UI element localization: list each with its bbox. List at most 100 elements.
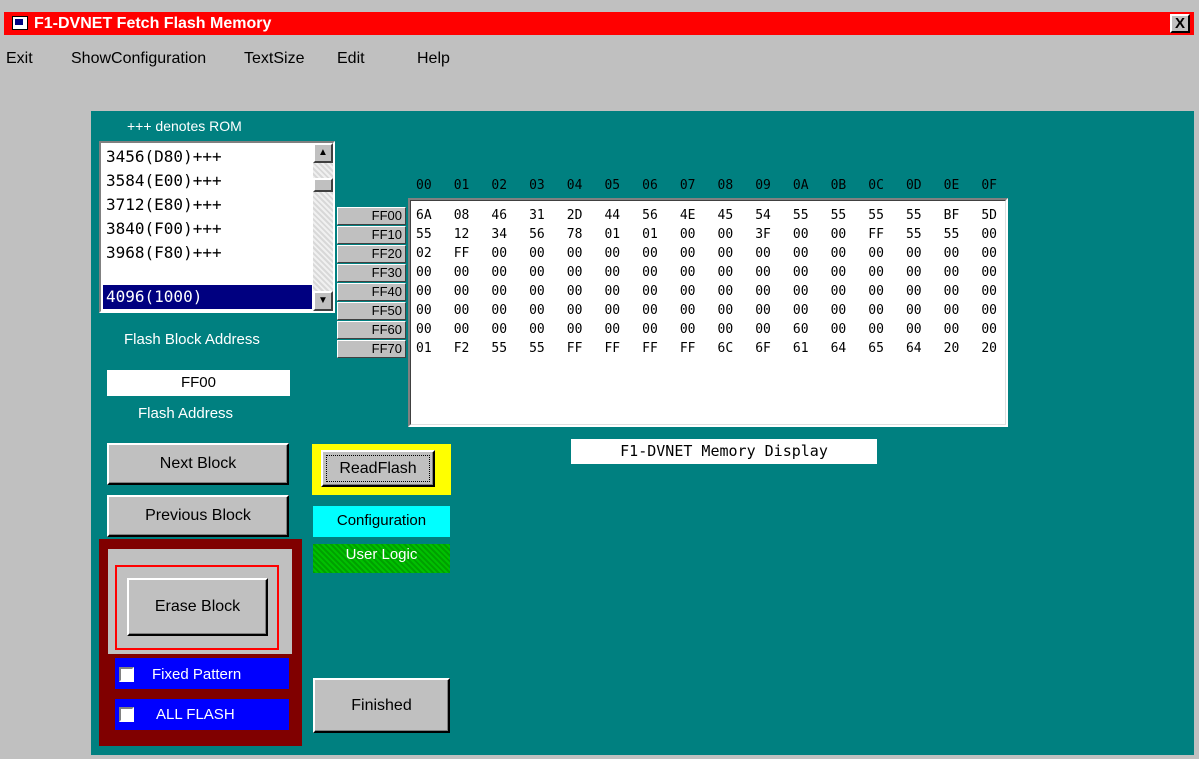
list-item[interactable]: 3968(F80)+++: [103, 241, 312, 265]
hex-byte: 20: [943, 341, 960, 356]
erase-block-button[interactable]: Erase Block: [127, 578, 268, 636]
hex-byte: 6C: [717, 341, 734, 356]
hex-byte: 44: [604, 208, 621, 223]
hex-byte: 45: [717, 208, 734, 223]
hex-byte: 00: [679, 303, 696, 318]
hex-byte: 00: [604, 246, 621, 261]
hex-col-header: 05: [604, 178, 621, 193]
list-item[interactable]: 3840(F00)+++: [103, 217, 312, 241]
hex-byte: 00: [792, 284, 809, 299]
hex-col-header: 0C: [868, 178, 884, 193]
hex-byte: 20: [981, 341, 997, 356]
hex-byte: 00: [604, 284, 621, 299]
app-icon: [12, 16, 28, 30]
hex-byte: 34: [491, 227, 508, 242]
hex-byte: 00: [717, 322, 734, 337]
hex-byte: 00: [491, 246, 508, 261]
list-item[interactable]: 3456(D80)+++: [103, 145, 312, 169]
scroll-thumb[interactable]: [313, 178, 333, 192]
hex-byte: 00: [642, 284, 658, 299]
hex-byte: 55: [905, 227, 922, 242]
list-item-selected[interactable]: 4096(1000): [103, 285, 312, 309]
hex-byte: 00: [868, 265, 884, 280]
hex-byte: BF: [943, 208, 960, 223]
hex-byte: 00: [943, 265, 960, 280]
read-flash-button[interactable]: ReadFlash: [321, 450, 435, 487]
hex-byte: 00: [868, 303, 884, 318]
hex-byte: 00: [642, 303, 658, 318]
hex-byte: 60: [792, 322, 809, 337]
hex-byte: 00: [604, 303, 621, 318]
hex-byte: 00: [529, 284, 545, 299]
hex-byte: 00: [416, 284, 432, 299]
hex-byte: 00: [529, 322, 545, 337]
menu-edit[interactable]: Edit: [337, 50, 365, 68]
hex-byte: 00: [830, 284, 847, 299]
hex-col-header: 0B: [830, 178, 847, 193]
hex-byte: 00: [491, 303, 508, 318]
hex-byte: 54: [755, 208, 771, 223]
list-item[interactable]: 3584(E00)+++: [103, 169, 312, 193]
fixed-pattern-checkbox[interactable]: [119, 667, 134, 682]
hex-byte: 00: [491, 284, 508, 299]
hex-byte: 3F: [755, 227, 771, 242]
menu-show-configuration[interactable]: ShowConfiguration: [71, 50, 206, 68]
hex-byte: FF: [868, 227, 884, 242]
finished-button[interactable]: Finished: [313, 678, 450, 733]
scroll-down-icon[interactable]: ▼: [313, 291, 333, 311]
hex-byte: 55: [868, 208, 884, 223]
hex-col-header: 07: [679, 178, 696, 193]
hex-byte: 00: [943, 322, 960, 337]
hex-byte: 00: [905, 246, 922, 261]
hex-row-label: FF70: [337, 340, 406, 358]
hex-byte: 00: [416, 322, 432, 337]
hex-byte: 02: [416, 246, 432, 261]
flash-address-field[interactable]: [107, 370, 290, 396]
hex-display[interactable]: 6A 08 46 31 2D 44 56 4E 45 54 55 55 55 55 BF 5D 55 12 34 56…: [408, 198, 1008, 427]
hex-byte: 55: [416, 227, 432, 242]
hex-byte: 00: [905, 265, 922, 280]
previous-block-button[interactable]: Previous Block: [107, 495, 289, 537]
hex-byte: 00: [830, 227, 847, 242]
window-title: F1-DVNET Fetch Flash Memory: [34, 15, 272, 32]
hex-byte: 00: [792, 227, 809, 242]
hex-byte: 00: [529, 246, 545, 261]
hex-row-label: FF10: [337, 226, 406, 244]
hex-byte: 2D: [566, 208, 583, 223]
hex-byte: 00: [416, 303, 432, 318]
hex-byte: 00: [566, 284, 583, 299]
hex-byte: 00: [566, 322, 583, 337]
hex-byte: 64: [830, 341, 847, 356]
hex-byte: 00: [868, 246, 884, 261]
hex-byte: 00: [679, 265, 696, 280]
rom-note: +++ denotes ROM: [127, 118, 242, 134]
hex-byte: 4E: [679, 208, 696, 223]
hex-byte: 00: [905, 284, 922, 299]
list-scrollbar[interactable]: ▲ ▼: [313, 143, 333, 311]
close-button[interactable]: X: [1170, 14, 1190, 33]
menu-exit[interactable]: Exit: [6, 50, 33, 68]
hex-byte: 64: [905, 341, 922, 356]
hex-byte: 55: [792, 208, 809, 223]
hex-byte: 78: [566, 227, 583, 242]
hex-row: 55 12 34 56 78 01 01 00 00 3F 00 00 FF 55 55 00: [416, 227, 1019, 243]
hex-byte: FF: [453, 246, 470, 261]
scroll-up-icon[interactable]: ▲: [313, 143, 333, 163]
hex-byte: 00: [981, 322, 997, 337]
all-flash-label: ALL FLASH: [156, 706, 235, 723]
hex-byte: 01: [642, 227, 658, 242]
hex-byte: 00: [529, 303, 545, 318]
hex-col-header: 0E: [943, 178, 960, 193]
block-list[interactable]: 3456(D80)+++ 3584(E00)+++ 3712(E80)+++ 3…: [99, 141, 335, 313]
next-block-button[interactable]: Next Block: [107, 443, 289, 485]
list-item[interactable]: 3712(E80)+++: [103, 193, 312, 217]
hex-byte: 00: [453, 284, 470, 299]
hex-byte: 55: [905, 208, 922, 223]
menu-text-size[interactable]: TextSize: [244, 50, 304, 68]
hex-byte: 08: [453, 208, 470, 223]
hex-byte: 00: [679, 284, 696, 299]
all-flash-checkbox[interactable]: [119, 707, 134, 722]
hex-byte: 00: [755, 303, 771, 318]
hex-row-label: FF00: [337, 207, 406, 225]
menu-help[interactable]: Help: [417, 50, 450, 68]
